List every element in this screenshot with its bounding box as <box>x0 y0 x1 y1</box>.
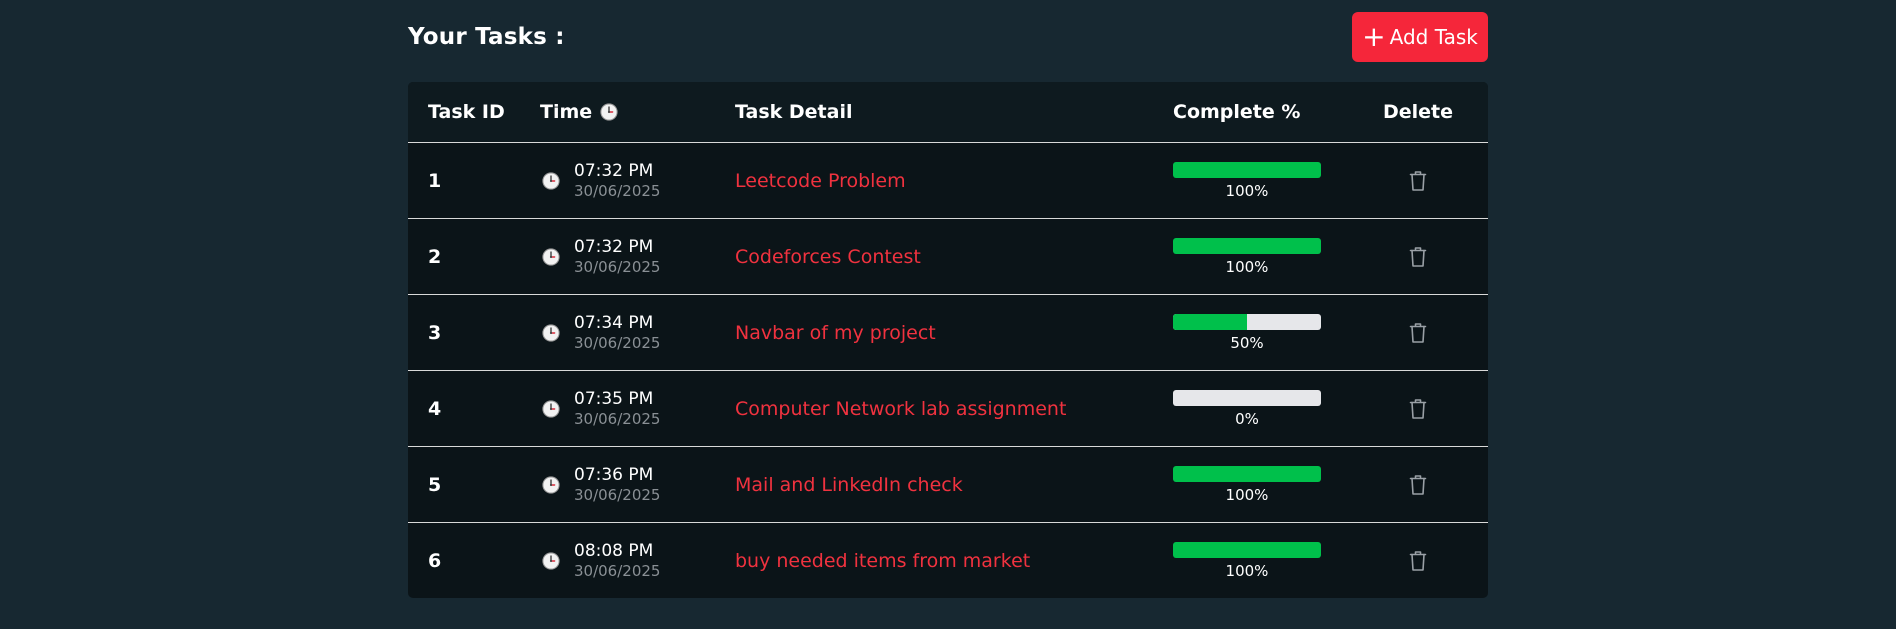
progress-bar <box>1173 237 1321 254</box>
progress-label: 100% <box>1225 561 1269 580</box>
clock-icon <box>542 475 560 494</box>
progress-bar-fill <box>1173 541 1321 558</box>
task-time: 07:32 PM <box>574 236 654 257</box>
column-header-complete: Complete % <box>1173 101 1301 123</box>
trash-icon[interactable] <box>1408 550 1428 572</box>
progress-label: 100% <box>1225 257 1269 276</box>
task-delete-cell <box>1348 170 1488 192</box>
task-complete-cell: 100% <box>1173 541 1348 580</box>
trash-icon[interactable] <box>1408 170 1428 192</box>
task-delete-cell <box>1348 550 1488 572</box>
column-header-task-id: Task ID <box>428 101 505 123</box>
trash-icon[interactable] <box>1408 322 1428 344</box>
tasks-panel: Your Tasks : + Add Task Task ID Time Tas… <box>408 12 1488 598</box>
progress-label: 100% <box>1225 485 1269 504</box>
add-task-button[interactable]: + Add Task <box>1352 12 1488 62</box>
progress-label: 50% <box>1230 333 1264 352</box>
column-header-task-detail: Task Detail <box>735 101 853 123</box>
task-detail-cell: Computer Network lab assignment <box>735 398 1173 420</box>
task-row: 2 07:32 PM 30/06/2025 Codeforces Contest… <box>408 219 1488 295</box>
task-date: 30/06/2025 <box>574 485 661 504</box>
column-header-delete: Delete <box>1382 101 1454 123</box>
column-header-time: Time <box>540 101 735 123</box>
trash-icon[interactable] <box>1408 474 1428 496</box>
table-header: Task ID Time Task Detail Complete % Dele… <box>408 82 1488 143</box>
task-time-cell: 07:32 PM 30/06/2025 <box>540 237 735 277</box>
task-complete-cell: 50% <box>1173 313 1348 352</box>
progress-bar <box>1173 465 1321 482</box>
trash-icon[interactable] <box>1408 398 1428 420</box>
task-complete-cell: 100% <box>1173 237 1348 276</box>
clock-icon <box>600 103 618 121</box>
task-detail[interactable]: Codeforces Contest <box>735 246 921 268</box>
task-date: 30/06/2025 <box>574 333 661 352</box>
task-id: 4 <box>428 397 442 420</box>
tasks-header: Your Tasks : + Add Task <box>408 12 1488 62</box>
clock-icon <box>542 171 560 190</box>
clock-icon <box>542 399 560 418</box>
add-task-label: Add Task <box>1389 25 1478 49</box>
progress-bar <box>1173 313 1321 330</box>
task-time: 07:35 PM <box>574 388 654 409</box>
task-complete-cell: 100% <box>1173 161 1348 200</box>
task-id: 2 <box>428 245 442 268</box>
plus-icon: + <box>1362 20 1386 53</box>
task-id: 1 <box>428 169 442 192</box>
progress-bar-fill <box>1173 465 1321 482</box>
task-delete-cell <box>1348 398 1488 420</box>
table-body: 1 07:32 PM 30/06/2025 Leetcode Problem 1… <box>408 143 1488 598</box>
tasks-table: Task ID Time Task Detail Complete % Dele… <box>408 82 1488 598</box>
task-time: 07:34 PM <box>574 312 654 333</box>
task-time-cell: 07:36 PM 30/06/2025 <box>540 465 735 505</box>
task-row: 6 08:08 PM 30/06/2025 buy needed items f… <box>408 523 1488 598</box>
task-row: 5 07:36 PM 30/06/2025 Mail and LinkedIn … <box>408 447 1488 523</box>
progress-label: 100% <box>1225 181 1269 200</box>
trash-icon[interactable] <box>1408 246 1428 268</box>
clock-icon <box>542 551 560 570</box>
task-id: 5 <box>428 473 442 496</box>
progress-label: 0% <box>1235 409 1259 428</box>
task-detail[interactable]: buy needed items from market <box>735 550 1030 572</box>
task-date: 30/06/2025 <box>574 257 661 276</box>
task-delete-cell <box>1348 246 1488 268</box>
task-time: 08:08 PM <box>574 540 654 561</box>
task-detail[interactable]: Computer Network lab assignment <box>735 398 1066 420</box>
task-detail-cell: Leetcode Problem <box>735 170 1173 192</box>
task-id: 6 <box>428 549 442 572</box>
task-complete-cell: 0% <box>1173 389 1348 428</box>
progress-bar <box>1173 541 1321 558</box>
task-detail[interactable]: Mail and LinkedIn check <box>735 474 963 496</box>
task-row: 3 07:34 PM 30/06/2025 Navbar of my proje… <box>408 295 1488 371</box>
task-time: 07:32 PM <box>574 160 654 181</box>
task-delete-cell <box>1348 322 1488 344</box>
task-time-cell: 07:35 PM 30/06/2025 <box>540 389 735 429</box>
task-row: 1 07:32 PM 30/06/2025 Leetcode Problem 1… <box>408 143 1488 219</box>
progress-bar-fill <box>1173 313 1247 330</box>
task-time-cell: 08:08 PM 30/06/2025 <box>540 541 735 581</box>
task-detail-cell: buy needed items from market <box>735 550 1173 572</box>
progress-bar <box>1173 389 1321 406</box>
task-row: 4 07:35 PM 30/06/2025 Computer Network l… <box>408 371 1488 447</box>
task-time-cell: 07:32 PM 30/06/2025 <box>540 161 735 201</box>
clock-icon <box>542 323 560 342</box>
task-detail[interactable]: Leetcode Problem <box>735 170 906 192</box>
task-date: 30/06/2025 <box>574 561 661 580</box>
progress-bar <box>1173 161 1321 178</box>
page-title: Your Tasks : <box>408 24 565 50</box>
task-detail-cell: Codeforces Contest <box>735 246 1173 268</box>
task-time-cell: 07:34 PM 30/06/2025 <box>540 313 735 353</box>
progress-bar-fill <box>1173 161 1321 178</box>
task-time: 07:36 PM <box>574 464 654 485</box>
task-date: 30/06/2025 <box>574 409 661 428</box>
task-date: 30/06/2025 <box>574 181 661 200</box>
progress-bar-fill <box>1173 237 1321 254</box>
task-delete-cell <box>1348 474 1488 496</box>
task-id: 3 <box>428 321 442 344</box>
task-detail-cell: Mail and LinkedIn check <box>735 474 1173 496</box>
task-complete-cell: 100% <box>1173 465 1348 504</box>
task-detail-cell: Navbar of my project <box>735 322 1173 344</box>
column-header-time-label: Time <box>540 101 593 123</box>
task-detail[interactable]: Navbar of my project <box>735 322 936 344</box>
clock-icon <box>542 247 560 266</box>
